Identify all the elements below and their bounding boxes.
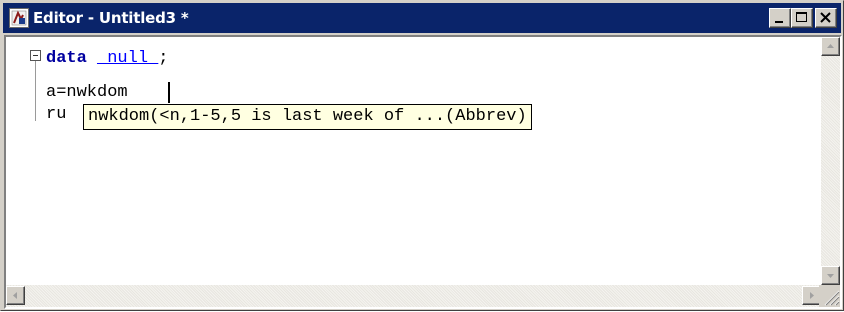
special-null: _null_ xyxy=(97,49,159,68)
scroll-left-button[interactable] xyxy=(6,286,25,305)
fold-guide-line xyxy=(35,61,36,121)
text-caret xyxy=(168,82,170,103)
window-title: Editor - Untitled3 * xyxy=(33,9,189,27)
collapse-minus-icon[interactable] xyxy=(30,50,41,61)
arrow-down-icon xyxy=(827,274,834,278)
title-buttons xyxy=(769,8,837,28)
close-icon xyxy=(820,12,831,23)
maximize-icon xyxy=(796,12,807,22)
maximize-button[interactable] xyxy=(791,8,813,28)
arrow-up-icon xyxy=(827,44,834,48)
close-button[interactable] xyxy=(815,8,837,28)
resize-grip-icon xyxy=(824,290,840,306)
code-line-1: data _null_; xyxy=(46,48,168,70)
keyword-data: data xyxy=(46,49,87,68)
title-bar[interactable]: Editor - Untitled3 * xyxy=(3,3,841,33)
arrow-left-icon xyxy=(13,292,17,299)
arrow-right-icon xyxy=(810,292,814,299)
minimize-button[interactable] xyxy=(769,8,791,28)
editor-client-area: data _null_; a=nwkdom ru nwkdom(<n,1-5,5… xyxy=(4,35,842,309)
code-line-3: ru xyxy=(46,105,67,124)
resize-grip[interactable] xyxy=(819,285,840,307)
horizontal-scrollbar[interactable] xyxy=(6,285,821,307)
scroll-up-button[interactable] xyxy=(821,37,840,56)
autocomplete-tooltip[interactable]: nwkdom(<n,1-5,5 is last week of ...(Abbr… xyxy=(83,104,532,130)
code-line-2: a=nwkdom xyxy=(46,83,128,102)
scroll-down-button[interactable] xyxy=(821,266,840,285)
sas-editor-icon[interactable] xyxy=(9,8,29,28)
minimize-icon xyxy=(775,21,783,23)
editor-window: Editor - Untitled3 * data _null_; a=nwkd… xyxy=(0,0,844,311)
code-editor[interactable]: data _null_; a=nwkdom ru nwkdom(<n,1-5,5… xyxy=(6,37,821,285)
semicolon: ; xyxy=(158,49,169,68)
vertical-scrollbar[interactable] xyxy=(821,37,840,285)
